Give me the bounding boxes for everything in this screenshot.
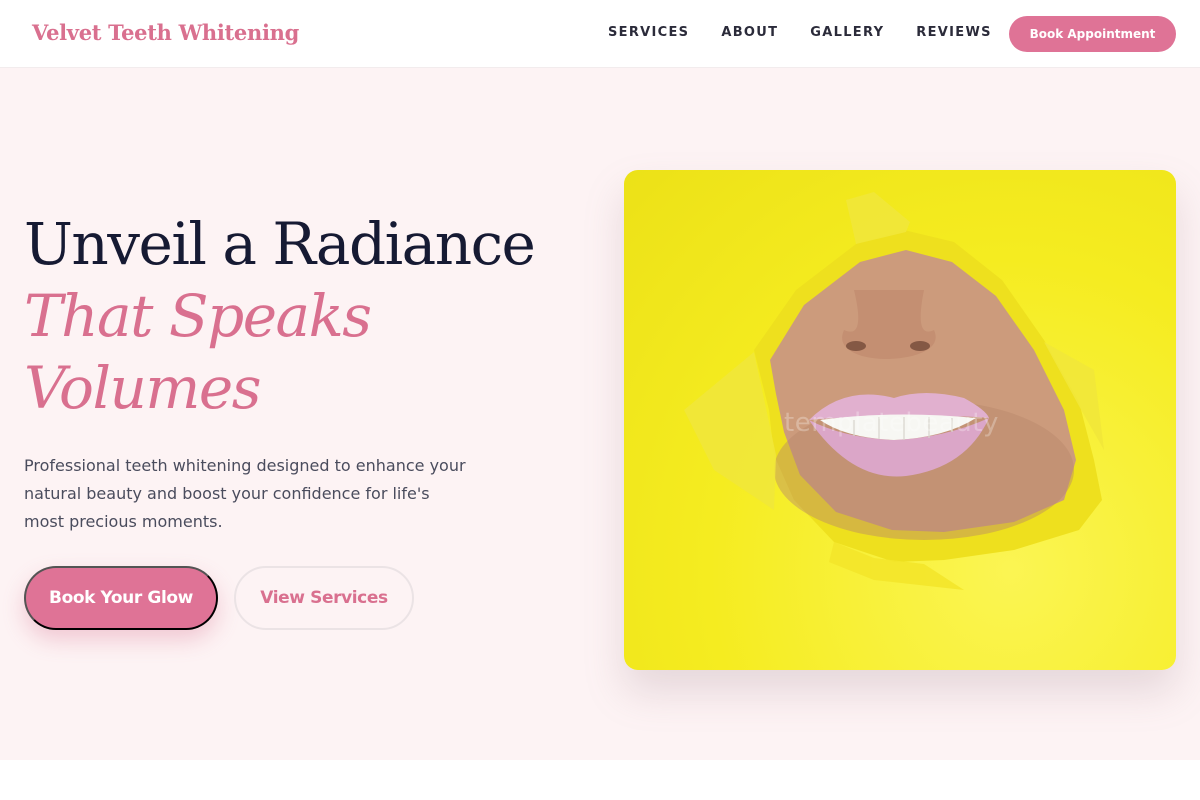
hero-headline-main: Unveil a Radiance xyxy=(24,210,536,278)
image-watermark: templatebeauty xyxy=(784,408,999,438)
hero-image: templatebeauty xyxy=(624,170,1176,670)
nav-link-about[interactable]: ABOUT xyxy=(721,25,778,40)
hero-headline-accent-1: That Speaks xyxy=(24,282,372,350)
nav-link-services[interactable]: SERVICES xyxy=(608,25,689,40)
hero-headline-accent-2: Volumes xyxy=(24,354,261,422)
book-appointment-button[interactable]: Book Appointment xyxy=(1009,16,1176,52)
nav-link-reviews[interactable]: REVIEWS xyxy=(916,25,991,40)
hero-description: Professional teeth whitening designed to… xyxy=(24,456,466,531)
nav-links: SERVICES ABOUT GALLERY REVIEWS xyxy=(608,25,1024,40)
nav-link-gallery[interactable]: GALLERY xyxy=(810,25,884,40)
view-services-button[interactable]: View Services xyxy=(234,566,414,630)
book-your-glow-button[interactable]: Book Your Glow xyxy=(24,566,218,630)
navbar: Velvet Teeth Whitening SERVICES ABOUT GA… xyxy=(0,0,1200,68)
brand-logo[interactable]: Velvet Teeth Whitening xyxy=(32,20,299,45)
hero-section: Unveil a Radiance That Speaks Volumes Pr… xyxy=(0,68,1200,760)
hero-headline: Unveil a Radiance That Speaks Volumes xyxy=(24,208,604,424)
